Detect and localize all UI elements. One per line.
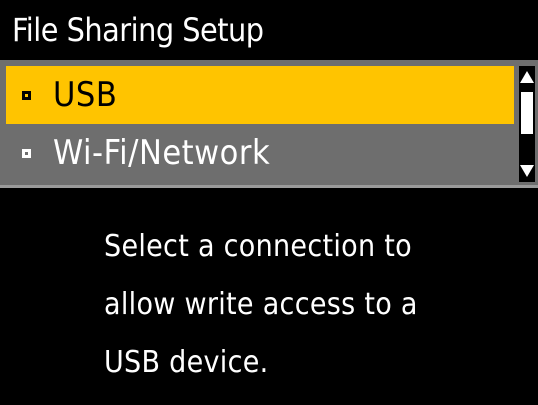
scroll-down-arrow-icon[interactable] [520,165,534,177]
menu-item-label: Wi-Fi/Network [53,133,271,173]
page-title: File Sharing Setup [0,0,538,60]
connection-menu: USB Wi-Fi/Network [0,60,538,188]
message-line: Select a connection to [104,229,412,264]
scroll-up-arrow-icon[interactable] [520,71,534,83]
message-line: USB device. [104,345,269,380]
menu-scrollbar[interactable] [519,66,535,182]
lcd-screen: File Sharing Setup USB Wi-Fi/Network Sel… [0,0,538,405]
scroll-thumb[interactable] [521,92,533,134]
square-bullet-icon [22,148,31,158]
square-bullet-icon [22,90,31,100]
message-line: allow write access to a [104,287,418,322]
menu-item-wifi-network[interactable]: Wi-Fi/Network [6,124,514,182]
menu-item-usb[interactable]: USB [6,66,514,124]
menu-item-label: USB [53,75,118,115]
instruction-message: Select a connection to allow write acces… [104,218,524,392]
